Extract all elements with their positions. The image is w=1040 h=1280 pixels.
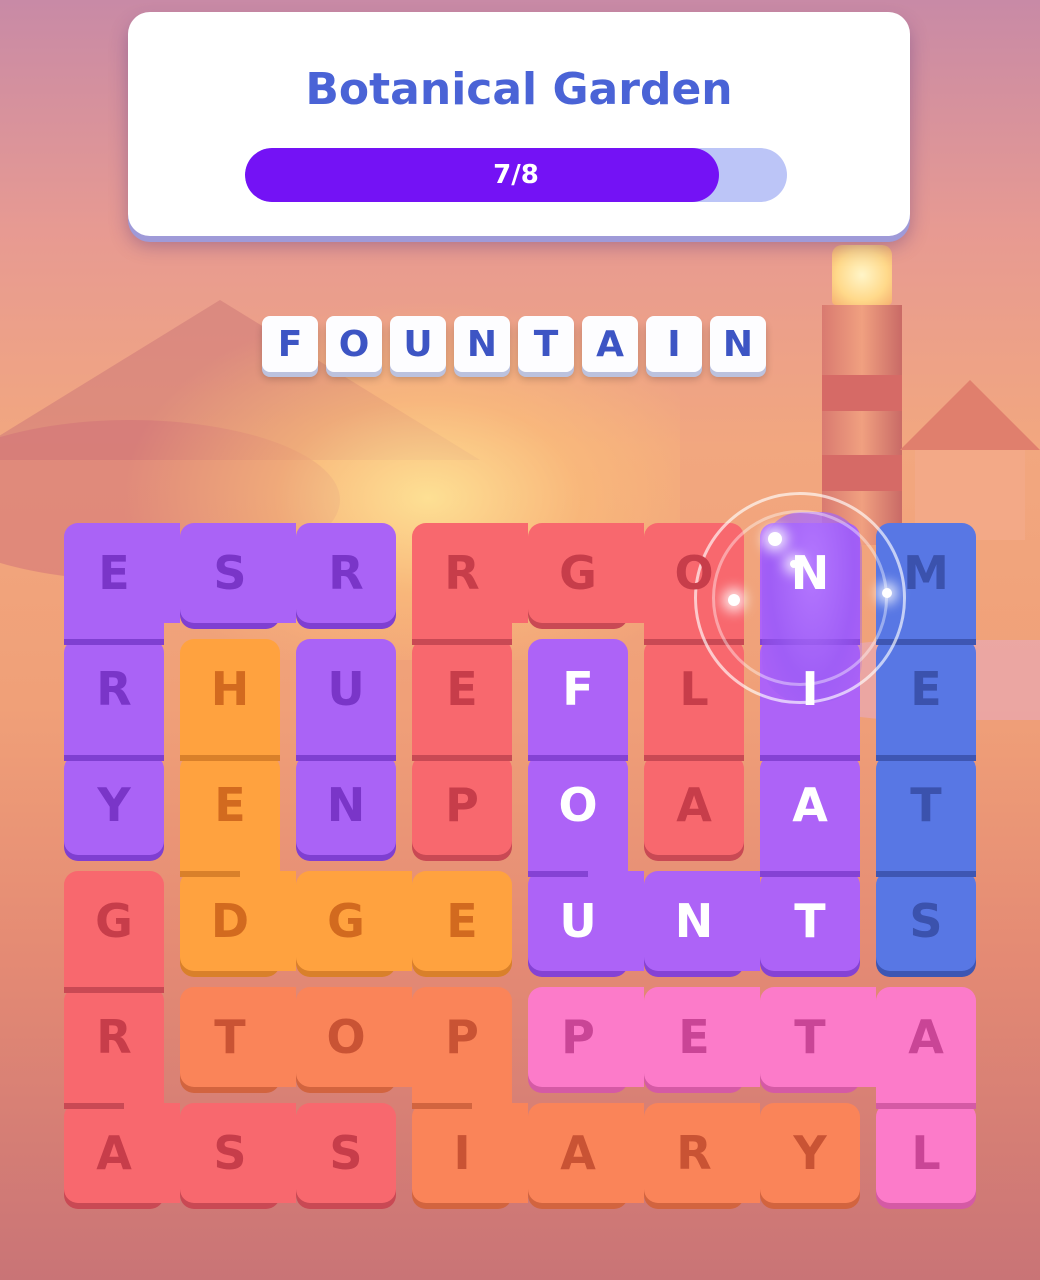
- letter-tile[interactable]: P: [404, 979, 520, 1095]
- letter-tile[interactable]: A: [520, 1095, 636, 1211]
- letter-tile[interactable]: R: [288, 515, 404, 631]
- letter-tile[interactable]: T: [752, 979, 868, 1095]
- letter-tile[interactable]: N: [636, 863, 752, 979]
- letter-tile[interactable]: U: [288, 631, 404, 747]
- letter-tile[interactable]: E: [404, 863, 520, 979]
- letter-board[interactable]: ESRRGONMRHUEFLIEYENPOAATGDGEUNTSRTOPPETA…: [0, 0, 1040, 1280]
- letter-tile[interactable]: A: [56, 1095, 172, 1211]
- letter-tile[interactable]: T: [752, 863, 868, 979]
- letter-tile[interactable]: U: [520, 863, 636, 979]
- letter-tile[interactable]: Y: [752, 1095, 868, 1211]
- letter-tile[interactable]: O: [288, 979, 404, 1095]
- letter-tile[interactable]: S: [288, 1095, 404, 1211]
- letter-tile[interactable]: O: [636, 515, 752, 631]
- letter-tile[interactable]: E: [56, 515, 172, 631]
- letter-tile[interactable]: T: [868, 747, 984, 863]
- letter-tile[interactable]: P: [520, 979, 636, 1095]
- letter-tile[interactable]: T: [172, 979, 288, 1095]
- letter-tile[interactable]: H: [172, 631, 288, 747]
- letter-tile[interactable]: G: [56, 863, 172, 979]
- letter-tile[interactable]: E: [868, 631, 984, 747]
- letter-tile[interactable]: R: [56, 631, 172, 747]
- letter-tile[interactable]: S: [172, 515, 288, 631]
- letter-tile[interactable]: A: [636, 747, 752, 863]
- letter-tile[interactable]: G: [288, 863, 404, 979]
- letter-tile[interactable]: M: [868, 515, 984, 631]
- letter-tile[interactable]: N: [752, 515, 868, 631]
- letter-tile[interactable]: S: [172, 1095, 288, 1211]
- letter-tile[interactable]: A: [868, 979, 984, 1095]
- letter-tile[interactable]: S: [868, 863, 984, 979]
- letter-tile[interactable]: E: [172, 747, 288, 863]
- letter-tile[interactable]: E: [404, 631, 520, 747]
- letter-tile[interactable]: I: [752, 631, 868, 747]
- letter-tile[interactable]: L: [636, 631, 752, 747]
- letter-tile[interactable]: I: [404, 1095, 520, 1211]
- letter-tile[interactable]: R: [56, 979, 172, 1095]
- letter-tile[interactable]: N: [288, 747, 404, 863]
- letter-tile[interactable]: A: [752, 747, 868, 863]
- letter-tile[interactable]: R: [404, 515, 520, 631]
- letter-tile[interactable]: E: [636, 979, 752, 1095]
- letter-tile[interactable]: O: [520, 747, 636, 863]
- letter-tile[interactable]: D: [172, 863, 288, 979]
- letter-tile[interactable]: L: [868, 1095, 984, 1211]
- letter-tile[interactable]: P: [404, 747, 520, 863]
- letter-tile[interactable]: F: [520, 631, 636, 747]
- letter-tile[interactable]: R: [636, 1095, 752, 1211]
- letter-tile[interactable]: Y: [56, 747, 172, 863]
- letter-tile[interactable]: G: [520, 515, 636, 631]
